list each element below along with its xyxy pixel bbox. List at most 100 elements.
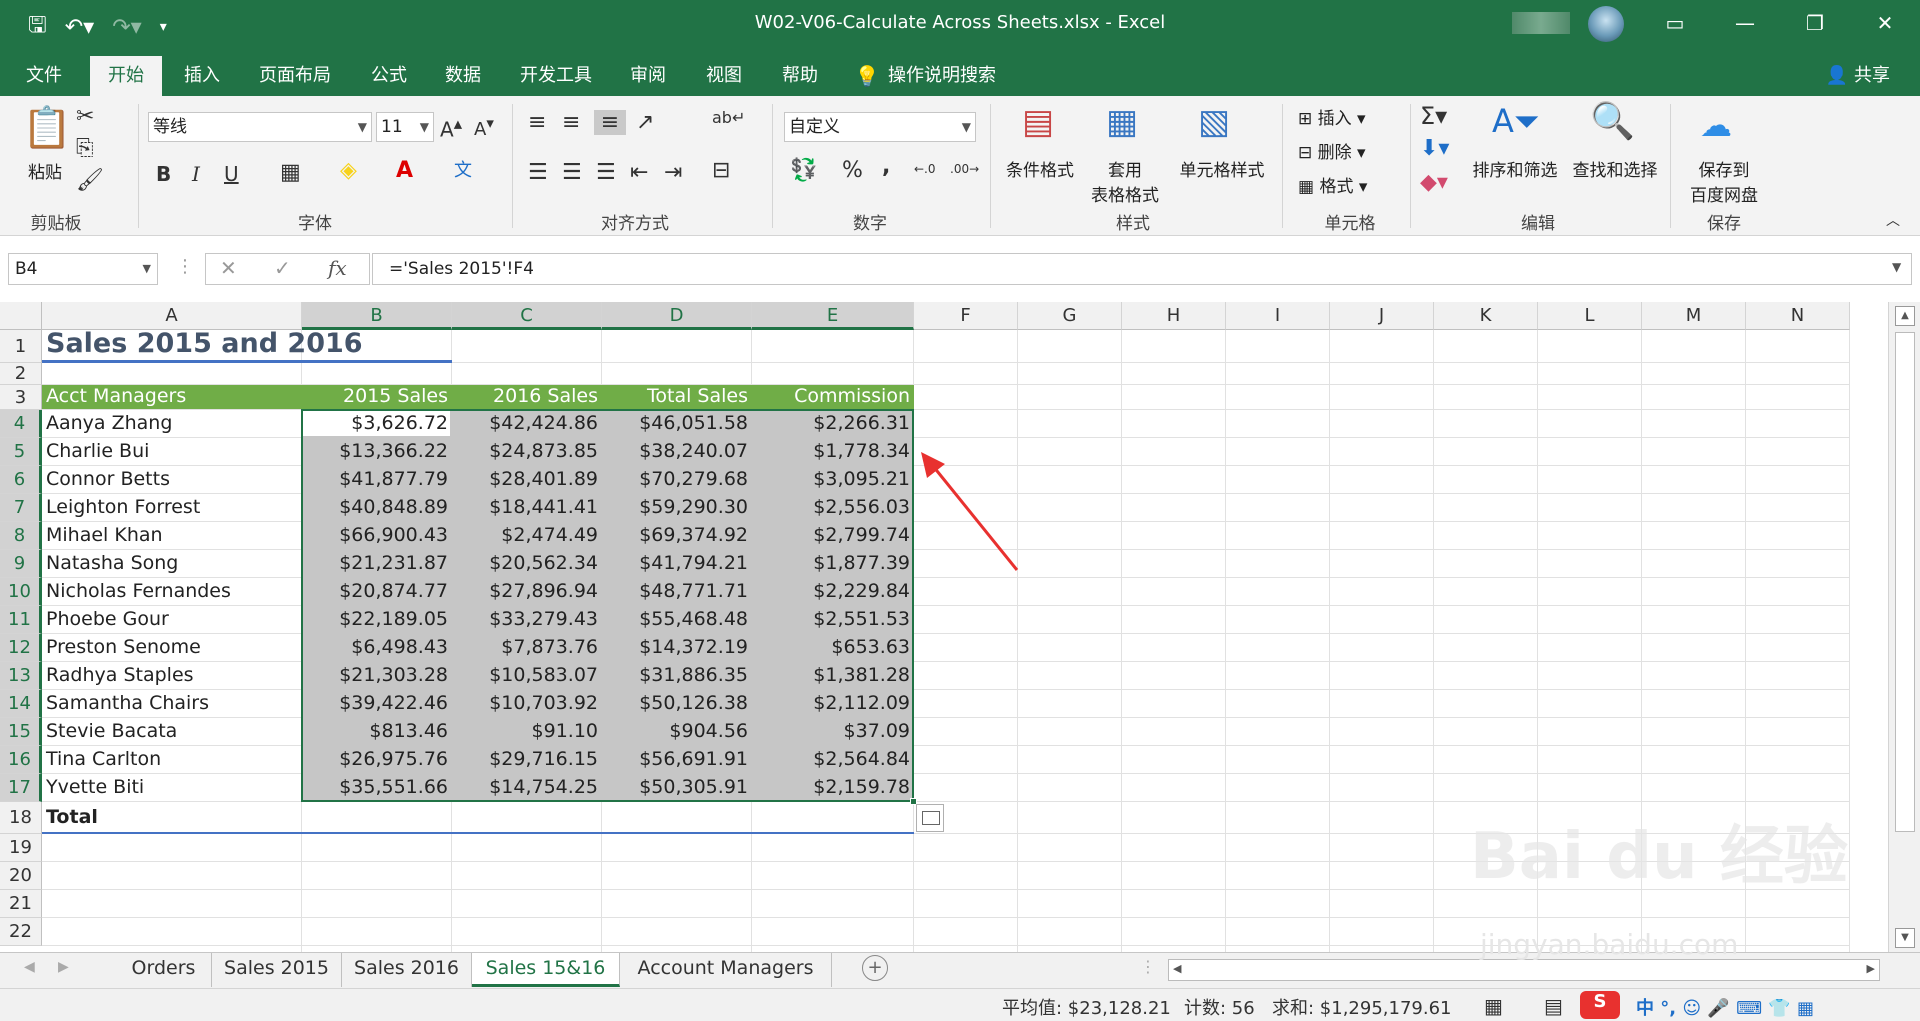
increase-decimal-icon[interactable]: ←.0 (914, 162, 936, 176)
underline-button[interactable]: U (224, 162, 239, 186)
row-header-1[interactable]: 1 (0, 330, 42, 363)
fill-color-icon[interactable]: ◈ (340, 158, 357, 183)
sales-value-cell[interactable]: $2,159.78 (752, 774, 914, 801)
column-header-b[interactable]: B (302, 302, 452, 330)
column-header-a[interactable]: A (42, 302, 302, 330)
scroll-down-icon[interactable]: ▼ (1895, 928, 1915, 948)
align-right-icon[interactable]: ☰ (596, 160, 616, 185)
tab-page-layout[interactable]: 页面布局 (248, 56, 342, 96)
sales-value-cell[interactable]: $3,626.72 (302, 410, 452, 437)
expand-formula-icon[interactable]: ▼ (1892, 260, 1901, 274)
tab-formulas[interactable]: 公式 (354, 56, 424, 96)
sales-value-cell[interactable]: $2,229.84 (752, 578, 914, 605)
account-name[interactable] (1512, 12, 1570, 34)
insert-cells-button[interactable]: ⊞ 插入 ▾ (1298, 104, 1366, 129)
add-sheet-icon[interactable]: + (862, 955, 888, 981)
cut-icon[interactable]: ✂ (76, 104, 94, 129)
sales-value-cell[interactable]: $55,468.48 (602, 606, 752, 633)
row-header-7[interactable]: 7 (0, 494, 42, 522)
format-as-table-icon[interactable]: ▦ (1106, 102, 1138, 142)
sales-value-cell[interactable]: $20,562.34 (452, 550, 602, 577)
clear-icon[interactable]: ◆▾ (1420, 170, 1448, 195)
tab-review[interactable]: 审阅 (614, 56, 682, 96)
ime-logo-icon[interactable]: S (1580, 991, 1620, 1019)
manager-name-cell[interactable]: Aanya Zhang (42, 410, 302, 437)
share-button[interactable]: 👤 共享 (1826, 56, 1890, 96)
percent-button[interactable]: % (842, 158, 863, 183)
total-label-cell[interactable]: Total (42, 804, 302, 831)
tab-split-grip-icon[interactable]: ⋮ (1140, 957, 1156, 976)
sales-value-cell[interactable]: $29,716.15 (452, 746, 602, 773)
find-select-button[interactable]: 查找和选择 (1566, 156, 1664, 181)
find-select-icon[interactable]: 🔍 (1590, 100, 1635, 142)
manager-name-cell[interactable]: Nicholas Fernandes (42, 578, 302, 605)
font-name-combo[interactable]: 等线 ▼ (148, 112, 372, 142)
sheet-tab[interactable]: Sales 15&16 (472, 953, 620, 987)
ribbon-display-icon[interactable]: ▭ (1640, 0, 1710, 46)
sales-value-cell[interactable]: $46,051.58 (602, 410, 752, 437)
normal-view-icon[interactable]: ▦ (1484, 994, 1503, 1018)
sheet-tab[interactable]: Sales 2016 (342, 953, 472, 987)
column-header-n[interactable]: N (1746, 302, 1850, 330)
formula-input[interactable]: ='Sales 2015'!F4 (372, 253, 1912, 285)
format-cells-button[interactable]: ▦ 格式 ▾ (1298, 172, 1367, 197)
sales-value-cell[interactable]: $653.63 (752, 634, 914, 661)
header-cell[interactable]: 2016 Sales (452, 383, 602, 410)
format-as-table-button[interactable]: 套用 表格格式 (1090, 156, 1160, 206)
row-header-16[interactable]: 16 (0, 746, 42, 774)
scroll-right-icon[interactable]: ▶ (1867, 962, 1875, 975)
align-bottom-icon[interactable]: ≡ (594, 110, 626, 135)
bold-button[interactable]: B (156, 162, 171, 186)
column-header-d[interactable]: D (602, 302, 752, 330)
sales-value-cell[interactable]: $20,874.77 (302, 578, 452, 605)
column-header-e[interactable]: E (752, 302, 914, 330)
paste-icon[interactable]: 📋 (22, 104, 72, 151)
paste-button[interactable]: 粘贴 (22, 158, 68, 183)
restore-icon[interactable]: ❐ (1780, 0, 1850, 46)
sales-value-cell[interactable]: $21,303.28 (302, 662, 452, 689)
align-middle-icon[interactable]: ≡ (562, 110, 580, 135)
sales-value-cell[interactable]: $21,231.87 (302, 550, 452, 577)
sales-value-cell[interactable]: $26,975.76 (302, 746, 452, 773)
row-header-3[interactable]: 3 (0, 385, 42, 410)
number-format-combo[interactable]: 自定义 ▼ (784, 112, 976, 142)
sheet-tab[interactable]: Sales 2015 (212, 953, 342, 987)
sales-value-cell[interactable]: $59,290.30 (602, 494, 752, 521)
column-header-g[interactable]: G (1018, 302, 1122, 330)
sales-value-cell[interactable]: $27,896.94 (452, 578, 602, 605)
cell-styles-icon[interactable]: ▧ (1198, 102, 1230, 142)
tab-file[interactable]: 文件 (10, 56, 78, 96)
sales-value-cell[interactable]: $69,374.92 (602, 522, 752, 549)
next-sheet-icon[interactable]: ▶ (58, 959, 69, 975)
sales-value-cell[interactable]: $14,372.19 (602, 634, 752, 661)
align-center-icon[interactable]: ☰ (562, 160, 582, 185)
manager-name-cell[interactable]: Radhya Staples (42, 662, 302, 689)
column-header-i[interactable]: I (1226, 302, 1330, 330)
vertical-scrollbar[interactable]: ▲ ▼ (1888, 302, 1920, 952)
sheet-tab[interactable]: Account Managers (620, 953, 832, 987)
manager-name-cell[interactable]: Charlie Bui (42, 438, 302, 465)
font-size-combo[interactable]: 11 ▼ (376, 112, 434, 142)
row-header-12[interactable]: 12 (0, 634, 42, 662)
row-header-2[interactable]: 2 (0, 363, 42, 385)
select-all-corner[interactable] (0, 302, 42, 330)
page-layout-view-icon[interactable]: ▤ (1544, 994, 1563, 1018)
column-header-m[interactable]: M (1642, 302, 1746, 330)
column-header-l[interactable]: L (1538, 302, 1642, 330)
row-header-11[interactable]: 11 (0, 606, 42, 634)
name-box[interactable]: B4 ▼ (8, 253, 158, 285)
manager-name-cell[interactable]: Stevie Bacata (42, 718, 302, 745)
decrease-font-icon[interactable]: A▾ (474, 114, 494, 140)
sales-value-cell[interactable]: $10,703.92 (452, 690, 602, 717)
wrap-text-icon[interactable]: ab↵ (712, 108, 745, 127)
tab-developer[interactable]: 开发工具 (508, 56, 604, 96)
row-header-17[interactable]: 17 (0, 774, 42, 802)
orientation-icon[interactable]: ↗ (636, 110, 654, 135)
manager-name-cell[interactable]: Preston Senome (42, 634, 302, 661)
increase-font-icon[interactable]: A▴ (440, 114, 462, 142)
sales-value-cell[interactable]: $35,551.66 (302, 774, 452, 801)
format-painter-icon[interactable]: 🖌 (76, 168, 104, 193)
sales-value-cell[interactable]: $904.56 (602, 718, 752, 745)
currency-icon[interactable]: 💱 (790, 158, 817, 183)
sales-value-cell[interactable]: $28,401.89 (452, 466, 602, 493)
